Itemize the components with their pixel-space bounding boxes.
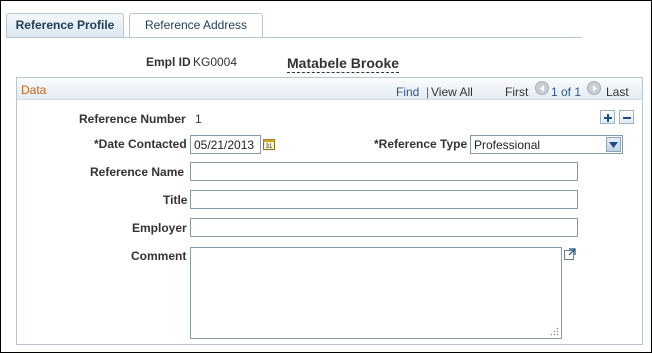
title-label: Title [163,193,188,207]
title-input[interactable] [190,190,578,209]
reference-name-input[interactable] [190,162,578,181]
previous-row-icon[interactable] [535,81,549,95]
resize-grip-icon[interactable] [550,327,559,336]
employer-input[interactable] [190,218,578,237]
date-contacted-label: *Date Contacted [94,137,187,151]
row-count: 1 of 1 [551,85,582,99]
comment-textarea[interactable] [190,247,562,339]
comment-label: Comment [131,249,187,263]
date-contacted-input[interactable]: 05/21/2013 [190,135,261,154]
minus-icon [623,117,631,119]
expand-comment-icon[interactable] [564,248,576,260]
view-all-link[interactable]: View All [431,85,473,99]
find-link[interactable]: Find [396,85,419,99]
plus-icon [604,114,612,122]
nav-separator: | [426,85,430,99]
reference-type-value: Professional [474,138,541,152]
last-link[interactable]: Last [606,85,629,99]
first-link[interactable]: First [505,85,528,99]
page-frame: Reference Profile Reference Address Empl… [0,0,652,353]
chevron-down-icon[interactable] [606,137,621,152]
tab-reference-profile[interactable]: Reference Profile [6,13,124,37]
next-row-icon[interactable] [587,81,601,95]
data-title: Data [21,83,47,97]
calendar-icon[interactable]: 31 [263,138,275,150]
reference-name-label: Reference Name [90,165,185,179]
data-header: Data Find | View All First 1 of 1 Last [17,78,642,100]
reference-type-select[interactable]: Professional [470,135,623,154]
tab-divider [6,37,582,38]
reference-number-label: Reference Number [79,112,186,126]
reference-type-label: *Reference Type [374,137,468,151]
delete-row-button[interactable] [619,110,634,124]
add-row-button[interactable] [600,110,615,124]
reference-number-value: 1 [195,112,202,126]
svg-text:31: 31 [266,144,273,150]
tab-reference-address[interactable]: Reference Address [129,13,263,37]
empl-id-value: KG0004 [193,55,238,69]
employee-name[interactable]: Matabele Brooke [287,55,400,73]
empl-id-label: Empl ID [146,55,191,69]
employer-label: Employer [132,221,187,235]
